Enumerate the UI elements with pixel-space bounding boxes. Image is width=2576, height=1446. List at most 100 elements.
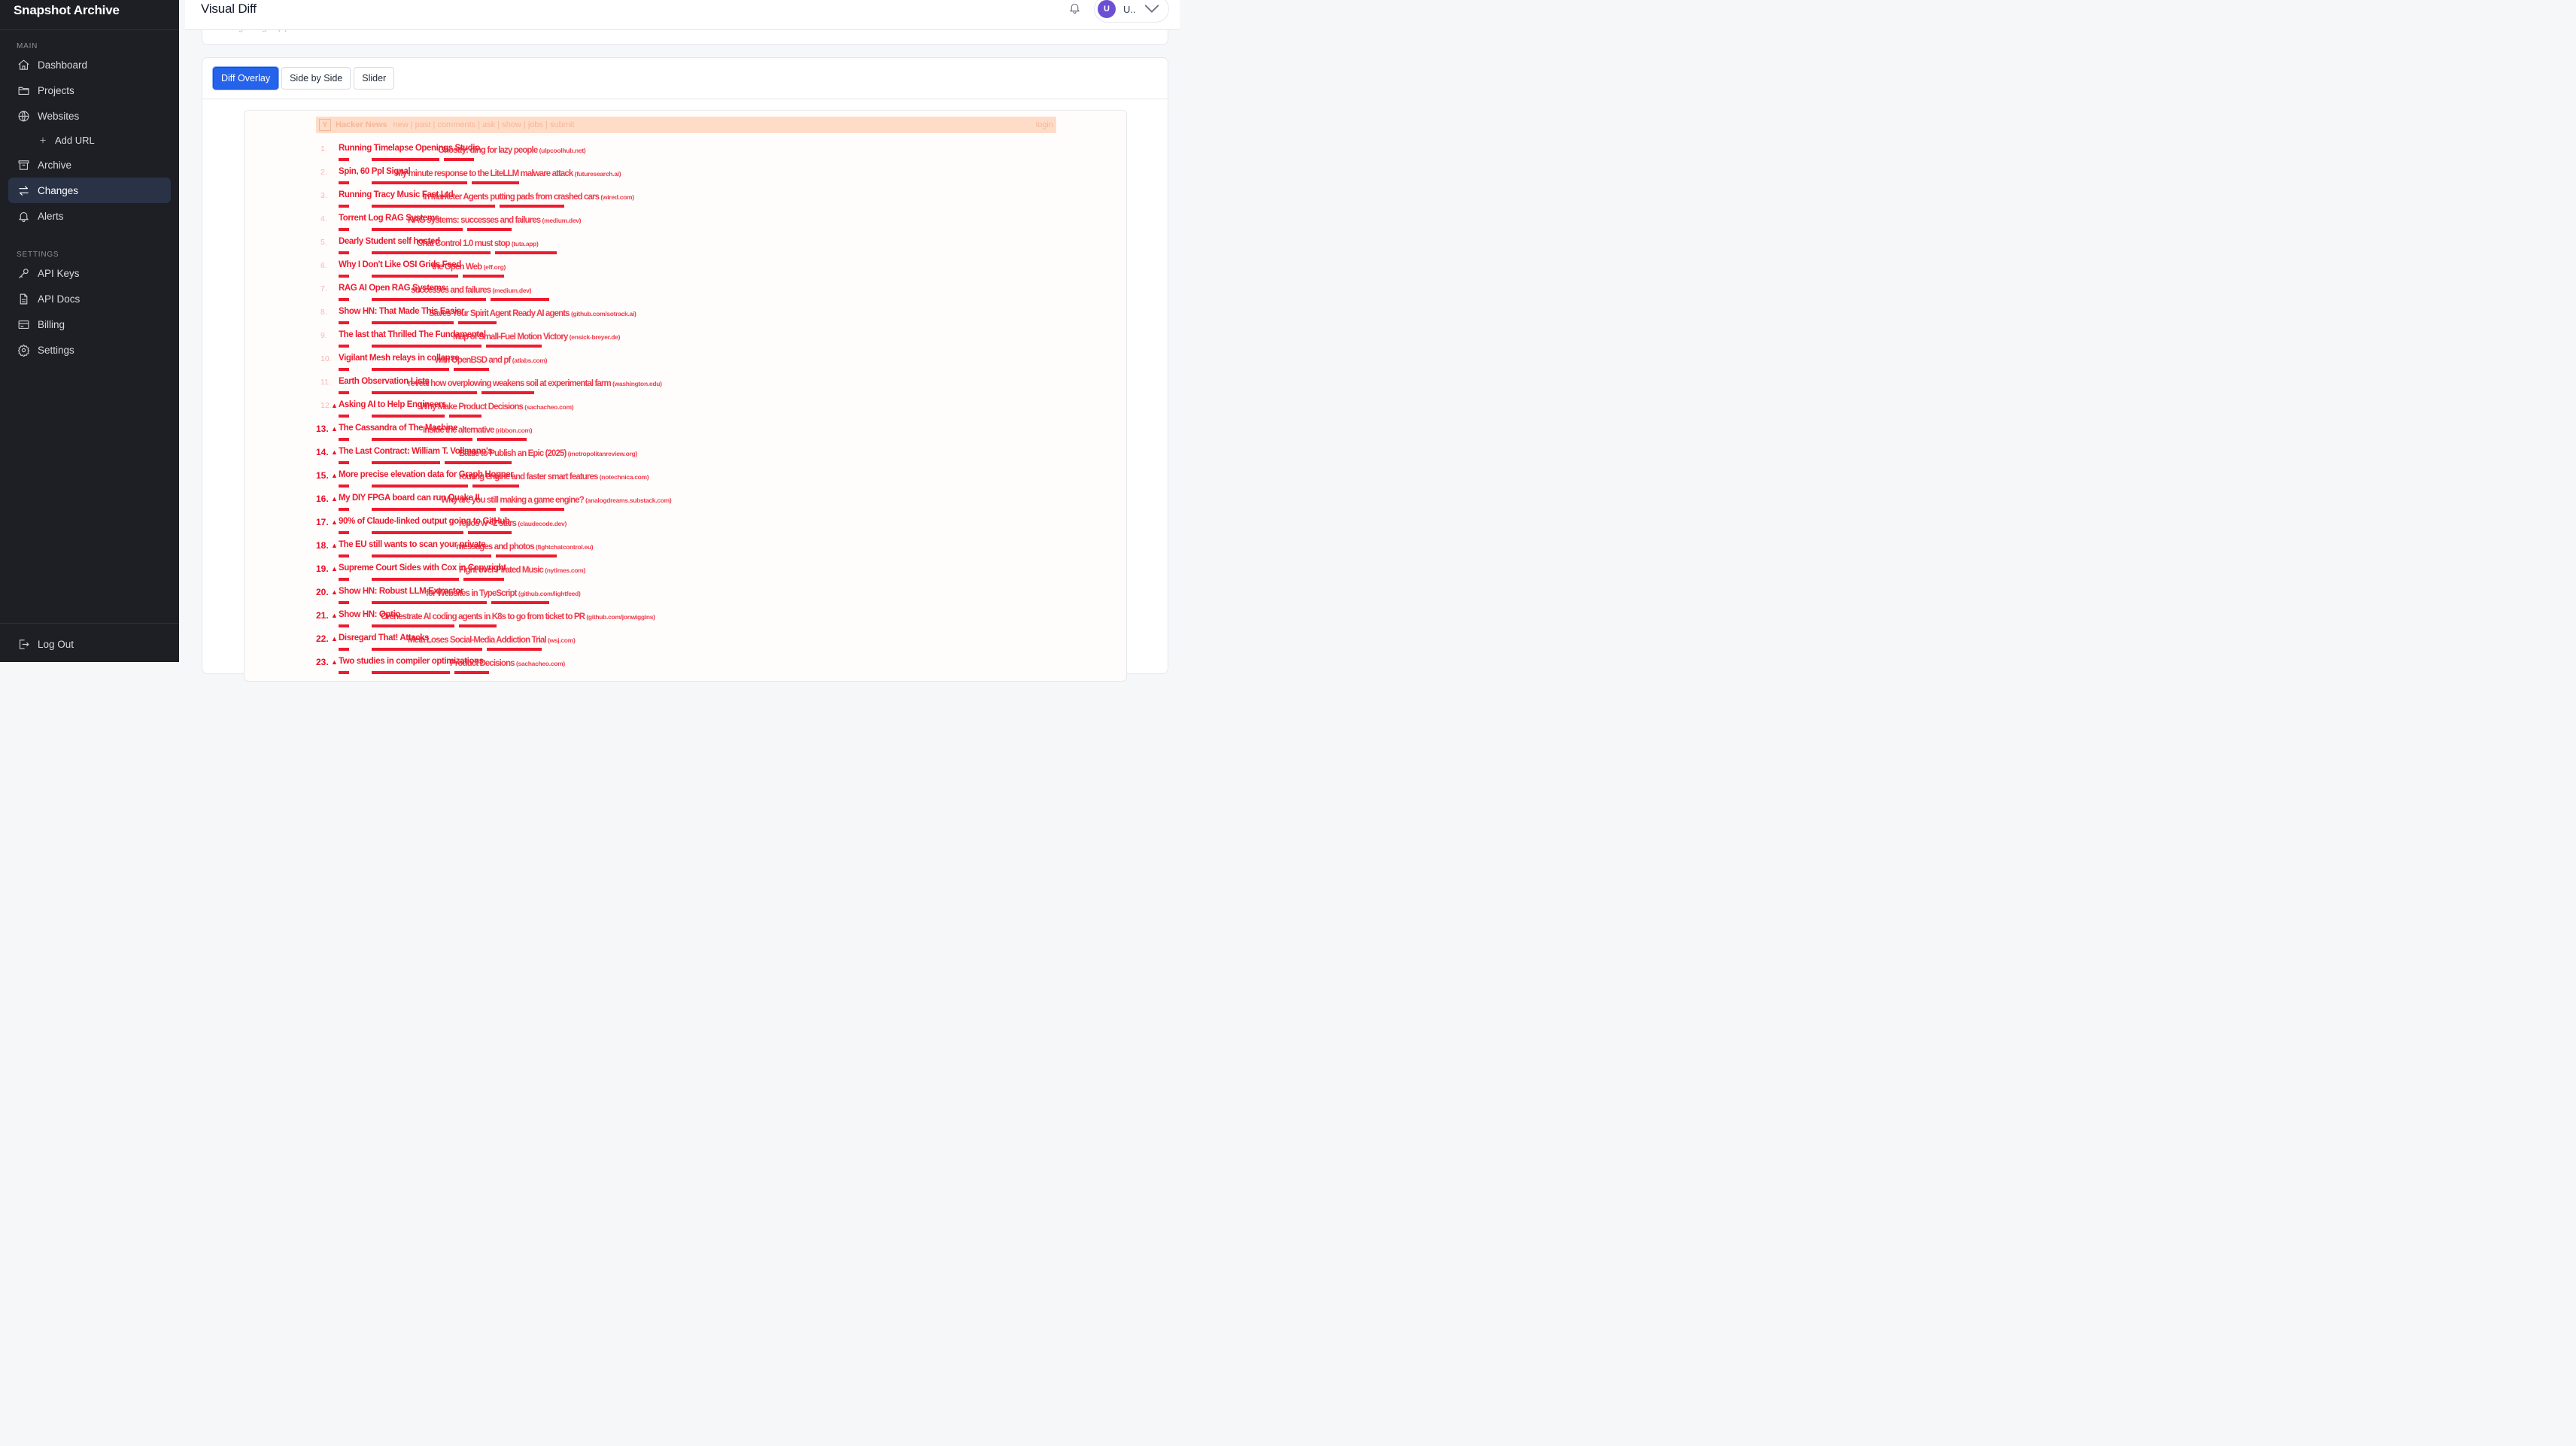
diff-row-meta bbox=[339, 412, 486, 419]
sidebar-item-archive[interactable]: Archive bbox=[8, 152, 171, 178]
diff-row: 22. ▲ Disregard That! Attacks Meta Loses So… bbox=[316, 633, 1053, 659]
sidebar-item-settings[interactable]: Settings bbox=[8, 337, 171, 363]
diff-row-title-new: in Marketer Agents putting pads from cra… bbox=[423, 193, 634, 202]
sidebar-item-websites[interactable]: Websites bbox=[8, 103, 171, 129]
sidebar-item-changes[interactable]: Changes bbox=[8, 178, 171, 203]
plus-icon bbox=[38, 134, 47, 147]
diff-row-domain: (nytimes.com) bbox=[545, 567, 585, 574]
diff-row-title-new: Why Make Product Decisions (sachacheo.co… bbox=[420, 403, 574, 412]
diff-row-rank: 12. bbox=[320, 401, 332, 410]
diff-row-domain: (metropolitanreview.org) bbox=[567, 450, 637, 457]
diff-row-meta bbox=[339, 599, 554, 606]
diff-row-domain: (eff.org) bbox=[483, 263, 506, 271]
sidebar-item-label: Dashboard bbox=[38, 59, 88, 71]
user-menu-button[interactable]: U U.. bbox=[1094, 0, 1169, 23]
diff-row-title-new: repos w <2 stars (claudecode.dev) bbox=[459, 519, 567, 528]
diff-row-title-new: messages and photos (fightchatcontrol.eu… bbox=[456, 542, 594, 551]
sidebar-item-label: API Docs bbox=[38, 293, 80, 305]
diff-row-meta bbox=[339, 156, 478, 163]
sidebar-item-label: Projects bbox=[38, 84, 74, 96]
sidebar-item-label: Add URL bbox=[55, 135, 95, 146]
diff-row-rank: 3. bbox=[320, 191, 327, 200]
diff-row: 21. ▲ Show HN: Optio Orchestrate AI coding … bbox=[316, 610, 1053, 636]
diff-row-rank: 14. bbox=[316, 447, 329, 457]
diff-row: 19. ▲ Supreme Court Sides with Cox in Copy… bbox=[316, 564, 1053, 589]
sidebar-item-add-url[interactable]: Add URL bbox=[8, 129, 171, 152]
sidebar-item-projects[interactable]: Projects bbox=[8, 77, 171, 103]
upvote-arrow-icon: ▲ bbox=[331, 495, 338, 503]
diff-row-title-new: with OpenBSD and pf (atlabs.com) bbox=[435, 356, 548, 365]
diff-row: 9. The last that Thrilled The Fundamental… bbox=[316, 330, 1053, 356]
home-icon bbox=[17, 58, 30, 71]
tab-slider[interactable]: Slider bbox=[354, 67, 395, 90]
diff-row-meta bbox=[339, 529, 516, 536]
diff-row-rank: 16. bbox=[316, 494, 329, 504]
globe-icon bbox=[17, 109, 30, 123]
top-header: Visual Diff U U.. bbox=[185, 0, 1180, 30]
diff-row-title-new: for Websites in TypeScript (github.com/l… bbox=[426, 589, 581, 598]
sidebar-item-api-keys[interactable]: API Keys bbox=[8, 260, 171, 286]
hn-header-bar: Y Hacker News new | past | comments | as… bbox=[316, 117, 1056, 133]
diff-row-meta bbox=[339, 296, 554, 302]
diff-row-meta bbox=[339, 272, 509, 279]
diff-row: 3. Running Tracy Music Fast Ltd in Markete… bbox=[316, 190, 1053, 216]
diff-row-meta bbox=[339, 552, 561, 559]
sidebar-item-label: Websites bbox=[38, 110, 80, 122]
diff-row-domain: (fightchatcontrol.eu) bbox=[535, 543, 594, 551]
notifications-button[interactable] bbox=[1068, 2, 1082, 15]
tab-side-by-side[interactable]: Side by Side bbox=[281, 67, 351, 90]
logout-section: Log Out bbox=[0, 623, 179, 662]
diff-row: 7. RAG AI Open RAG Systems: successes and … bbox=[316, 284, 1053, 309]
diff-row: 18. ▲ The EU still wants to scan your priv… bbox=[316, 540, 1053, 566]
diff-row-rank: 11. bbox=[320, 378, 331, 387]
diff-row-title-new: Saves Your Spirit Agent Ready AI agents … bbox=[429, 309, 636, 318]
archive-icon bbox=[17, 158, 30, 172]
diff-row-meta bbox=[339, 319, 501, 326]
diff-row-domain: (notechnica.com) bbox=[599, 473, 649, 481]
upvote-arrow-icon: ▲ bbox=[331, 588, 338, 596]
diff-row-title-new: successes and failures (medium.dev) bbox=[411, 286, 532, 295]
sidebar-item-label: Billing bbox=[38, 318, 65, 330]
logout-button[interactable]: Log Out bbox=[8, 631, 171, 657]
sidebar-item-dashboard[interactable]: Dashboard bbox=[8, 52, 171, 77]
sidebar-item-billing[interactable]: Billing bbox=[8, 311, 171, 337]
diff-row-meta bbox=[339, 576, 509, 582]
diff-row: 2. Spin, 60 Ppl Signal My minute response … bbox=[316, 167, 1053, 193]
diff-card: Diff Overlay Side by Side Slider Y Hacke… bbox=[202, 57, 1168, 682]
upvote-arrow-icon: ▲ bbox=[331, 542, 338, 549]
diff-row-rank: 1. bbox=[320, 144, 327, 153]
diff-row-title-new: Meta Loses Social-Media Addiction Trial … bbox=[408, 636, 576, 645]
diff-row-rank: 20. bbox=[316, 587, 329, 597]
diff-row: 4. Torrent Log RAG Systems RAG systems: su… bbox=[316, 214, 1053, 239]
diff-row: 8. Show HN: That Made This Easier Saves Yo… bbox=[316, 307, 1053, 333]
diff-row: 12. ▲ Asking AI to Help Engineers Why Make … bbox=[316, 400, 1053, 426]
diff-row-rank: 17. bbox=[316, 517, 329, 527]
diff-row-title-new: Product Decisions (sachacheo.com) bbox=[450, 659, 565, 668]
diff-row-title-new: Inside the alternative (ribbon.com) bbox=[423, 426, 533, 435]
credit-card-icon bbox=[17, 317, 30, 331]
diff-row-domain: (atlabs.com) bbox=[512, 357, 548, 364]
diff-row-rank: 9. bbox=[320, 331, 327, 340]
tab-diff-overlay[interactable]: Diff Overlay bbox=[213, 67, 279, 90]
diff-row-title-new: Why are you still making a game engine? … bbox=[441, 496, 672, 505]
upvote-arrow-icon: ▲ bbox=[331, 448, 338, 456]
diff-row-rank: 10. bbox=[320, 354, 332, 363]
diff-row-meta bbox=[339, 389, 539, 396]
sidebar-item-alerts[interactable]: Alerts bbox=[8, 203, 171, 229]
section-label-main: MAIN bbox=[17, 42, 38, 50]
diff-row-domain: (tuta.app) bbox=[511, 240, 539, 248]
diff-row-title-new: routing engine and faster smart features… bbox=[459, 472, 649, 481]
diff-row-rank: 22. bbox=[316, 633, 329, 644]
diff-row-rank: 13. bbox=[316, 424, 329, 434]
upvote-arrow-icon: ▲ bbox=[331, 565, 338, 573]
diff-row-rank: 7. bbox=[320, 284, 327, 293]
bell-icon bbox=[1068, 3, 1081, 17]
sidebar-item-label: Archive bbox=[38, 159, 72, 171]
sidebar-item-label: Alerts bbox=[38, 210, 64, 222]
swap-arrows-icon bbox=[17, 184, 30, 197]
diff-row-meta bbox=[339, 459, 516, 466]
diff-row-title-new: RAG systems: successes and failures (med… bbox=[408, 216, 582, 225]
sidebar-item-api-docs[interactable]: API Docs bbox=[8, 286, 171, 311]
upvote-arrow-icon: ▲ bbox=[331, 472, 338, 479]
avatar: U bbox=[1098, 0, 1116, 18]
